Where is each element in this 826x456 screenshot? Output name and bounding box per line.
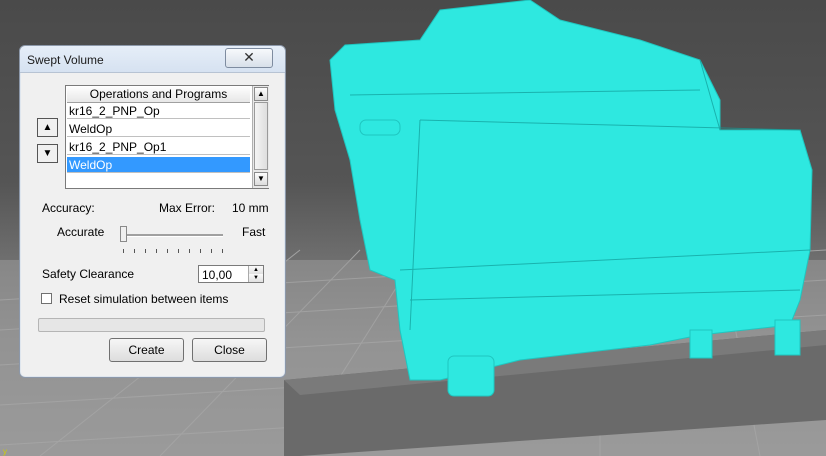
reset-simulation-checkbox[interactable] (41, 293, 52, 304)
close-icon: ✕ (243, 49, 255, 65)
scroll-thumb[interactable] (254, 102, 268, 170)
dialog-titlebar[interactable]: Swept Volume ✕ (20, 46, 285, 73)
triangle-up-icon: ▲ (257, 89, 265, 98)
safety-clearance-label: Safety Clearance (42, 267, 135, 281)
slider-tick (189, 249, 190, 253)
dialog-title: Swept Volume (27, 53, 104, 67)
move-down-button[interactable]: ▼ (37, 144, 58, 163)
slider-tick (123, 249, 124, 253)
list-item[interactable]: kr16_2_PNP_Op1 (67, 139, 250, 155)
safety-clearance-spinner[interactable]: 10,00 ▲ ▼ (198, 265, 264, 283)
operations-list[interactable]: Operations and Programs kr16_2_PNP_Op We… (65, 85, 269, 189)
max-error-label: Max Error: (159, 201, 216, 215)
list-header: Operations and Programs (67, 87, 250, 103)
create-button[interactable]: Create (109, 338, 184, 362)
spin-down-button[interactable]: ▼ (249, 274, 263, 282)
slider-tick (145, 249, 146, 253)
slider-tick (211, 249, 212, 253)
swept-volume-dialog: Swept Volume ✕ Operations and Programs k… (19, 45, 286, 378)
slider-tick (200, 249, 201, 253)
triangle-up-icon: ▲ (42, 122, 53, 133)
triangle-down-icon: ▼ (257, 174, 265, 183)
slider-tick (134, 249, 135, 253)
accuracy-label: Accuracy: (42, 201, 95, 215)
axis-label: y (3, 447, 7, 456)
slider-right-label: Fast (242, 225, 266, 239)
slider-tick (222, 249, 223, 253)
scroll-up-button[interactable]: ▲ (254, 87, 268, 101)
close-window-button[interactable]: ✕ (225, 48, 273, 68)
accuracy-slider[interactable] (123, 234, 223, 237)
triangle-down-icon: ▼ (42, 148, 53, 159)
max-error-value: 10 mm (232, 201, 269, 215)
progress-bar (38, 318, 265, 332)
scroll-down-button[interactable]: ▼ (254, 172, 268, 186)
list-item[interactable]: kr16_2_PNP_Op (67, 103, 250, 119)
list-item[interactable]: WeldOp (67, 121, 250, 137)
list-scrollbar[interactable]: ▲ ▼ (252, 86, 269, 188)
slider-thumb[interactable] (120, 226, 127, 242)
slider-tick (156, 249, 157, 253)
reset-simulation-label: Reset simulation between items (59, 292, 229, 306)
close-button[interactable]: Close (192, 338, 267, 362)
slider-left-label: Accurate (57, 225, 105, 239)
slider-tick (178, 249, 179, 253)
list-item[interactable]: WeldOp (67, 157, 250, 173)
move-up-button[interactable]: ▲ (37, 118, 58, 137)
safety-clearance-value[interactable]: 10,00 (202, 268, 232, 282)
slider-tick (167, 249, 168, 253)
